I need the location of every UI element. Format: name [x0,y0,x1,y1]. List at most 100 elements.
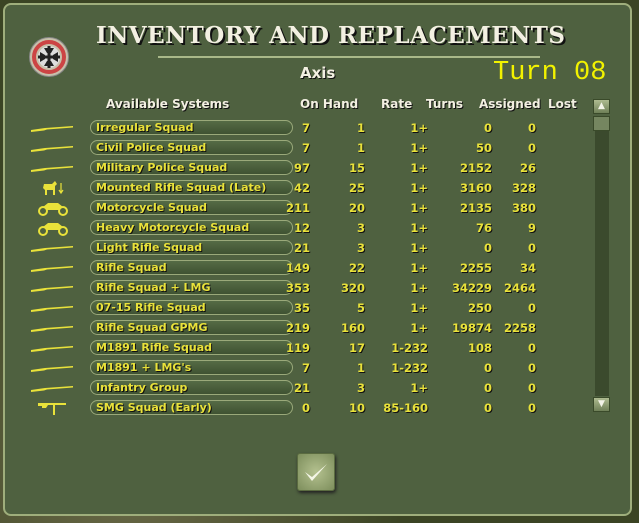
system-name-button[interactable]: Rifle Squad + LMG [90,280,293,295]
table-row[interactable]: Light Rifle Squad 21 3 1+ 0 0 [0,238,600,258]
table-row[interactable]: Rifle Squad 149 22 1+ 2255 34 [0,258,600,278]
lost-value: 34 [519,261,536,275]
rate-value: 15 [348,161,365,175]
rate-value: 17 [348,341,365,355]
table-row[interactable]: Motorcycle Squad 211 20 1+ 2135 380 [0,198,600,218]
col-header-assigned: Assigned [479,97,541,111]
on-hand-value: 219 [285,321,310,335]
turns-value: 1-232 [391,361,428,375]
assigned-value: 0 [483,361,492,375]
assigned-value: 50 [475,141,492,155]
lost-value: 0 [527,121,536,135]
rate-value: 3 [356,381,365,395]
on-hand-value: 21 [293,381,310,395]
turns-value: 1+ [410,281,428,295]
assigned-value: 108 [467,341,492,355]
system-name-button[interactable]: Military Police Squad [90,160,293,175]
table-row[interactable]: M1891 Rifle Squad 119 17 1-232 108 0 [0,338,600,358]
rifle-icon [28,260,78,276]
rifle-icon [28,340,78,356]
scrollbar-thumb[interactable] [593,116,610,131]
lost-value: 380 [511,201,536,215]
iron-cross-emblem-icon [29,37,69,77]
turns-value: 1+ [410,201,428,215]
rifle-icon [28,280,78,296]
system-name-button[interactable]: M1891 + LMG's [90,360,293,375]
system-name-button[interactable]: Mounted Rifle Squad (Late) [90,180,293,195]
on-hand-value: 119 [285,341,310,355]
system-name-button[interactable]: Irregular Squad [90,120,293,135]
rate-value: 320 [340,281,365,295]
turns-value: 1+ [410,381,428,395]
assigned-value: 0 [483,121,492,135]
turns-value: 1+ [410,141,428,155]
lost-value: 0 [527,301,536,315]
turn-indicator: Turn 08 [493,58,607,88]
system-name-button[interactable]: Rifle Squad [90,260,293,275]
table-row[interactable]: SMG Squad (Early) 0 10 85-160 0 0 [0,398,600,418]
assigned-value: 2152 [459,161,492,175]
smg-icon [28,400,78,416]
scroll-down-button[interactable]: ▼ [593,397,610,412]
horse-icon [28,180,78,196]
rate-value: 22 [348,261,365,275]
scrollbar-track[interactable] [595,116,609,396]
table-row[interactable]: M1891 + LMG's 7 1 1-232 0 0 [0,358,600,378]
assigned-value: 0 [483,381,492,395]
col-header-lost: Lost [548,97,577,111]
table-row[interactable]: Infantry Group 21 3 1+ 0 0 [0,378,600,398]
table-row[interactable]: 07-15 Rifle Squad 35 5 1+ 250 0 [0,298,600,318]
on-hand-value: 211 [285,201,310,215]
table-row[interactable]: Irregular Squad 7 1 1+ 0 0 [0,118,600,138]
on-hand-value: 97 [293,161,310,175]
rate-value: 1 [356,361,365,375]
on-hand-value: 7 [301,361,310,375]
lost-value: 0 [527,381,536,395]
system-name-button[interactable]: Infantry Group [90,380,293,395]
turns-value: 1+ [410,301,428,315]
rate-value: 3 [356,241,365,255]
system-name-button[interactable]: Heavy Motorcycle Squad [90,220,293,235]
lost-value: 26 [519,161,536,175]
table-row[interactable]: Rifle Squad + LMG 353 320 1+ 34229 2464 [0,278,600,298]
system-name-button[interactable]: M1891 Rifle Squad [90,340,293,355]
table-row[interactable]: Heavy Motorcycle Squad 12 3 1+ 76 9 [0,218,600,238]
turns-value: 1+ [410,221,428,235]
on-hand-value: 7 [301,141,310,155]
rate-value: 20 [348,201,365,215]
table-row[interactable]: Rifle Squad GPMG 219 160 1+ 19874 2258 [0,318,600,338]
system-name-button[interactable]: Light Rifle Squad [90,240,293,255]
table-row[interactable]: Military Police Squad 97 15 1+ 2152 26 [0,158,600,178]
scroll-up-button[interactable]: ▲ [593,99,610,114]
assigned-value: 0 [483,401,492,415]
system-name-button[interactable]: Civil Police Squad [90,140,293,155]
assigned-value: 2255 [459,261,492,275]
system-name-button[interactable]: Motorcycle Squad [90,200,293,215]
rifle-icon [28,360,78,376]
assigned-value: 0 [483,241,492,255]
rifle-icon [28,240,78,256]
system-name-button[interactable]: SMG Squad (Early) [90,400,293,415]
lost-value: 0 [527,141,536,155]
motorcycle-icon [28,200,78,216]
turns-value: 1+ [410,161,428,175]
rate-value: 160 [340,321,365,335]
lost-value: 0 [527,241,536,255]
system-name-button[interactable]: Rifle Squad GPMG [90,320,293,335]
rate-value: 1 [356,141,365,155]
lost-value: 0 [527,341,536,355]
on-hand-value: 42 [293,181,310,195]
system-name-button[interactable]: 07-15 Rifle Squad [90,300,293,315]
col-header-on-hand: On Hand [300,97,359,111]
on-hand-value: 21 [293,241,310,255]
turns-value: 1-232 [391,341,428,355]
on-hand-value: 149 [285,261,310,275]
rate-value: 1 [356,121,365,135]
assigned-value: 250 [467,301,492,315]
on-hand-value: 0 [301,401,310,415]
table-row[interactable]: Mounted Rifle Squad (Late) 42 25 1+ 3160… [0,178,600,198]
assigned-value: 2135 [459,201,492,215]
table-row[interactable]: Civil Police Squad 7 1 1+ 50 0 [0,138,600,158]
confirm-button[interactable] [297,453,335,491]
lost-value: 2258 [503,321,536,335]
